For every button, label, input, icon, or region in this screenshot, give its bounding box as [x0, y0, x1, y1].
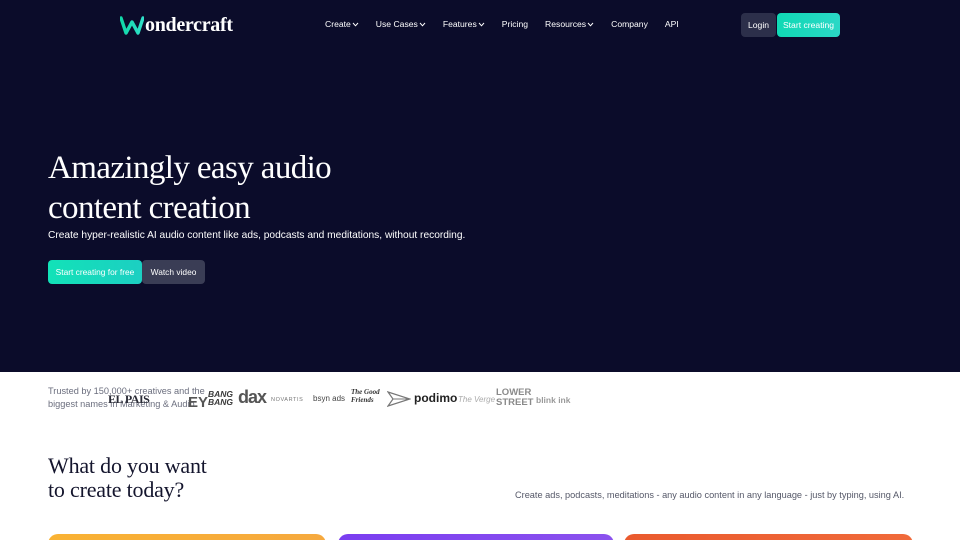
- wondercraft-logo[interactable]: ondercraft: [120, 12, 233, 38]
- hero-subtitle: Create hyper-realistic AI audio content …: [48, 230, 466, 241]
- logo-podimo: podimo: [414, 391, 458, 405]
- create-card-purple[interactable]: [338, 534, 614, 540]
- nav-item-create[interactable]: Create: [325, 19, 359, 29]
- logo-dax: dax: [238, 387, 267, 407]
- nav-item-company[interactable]: Company: [611, 19, 648, 29]
- logo-good-friends: The Good Friends: [351, 388, 380, 404]
- nav-item-features[interactable]: Features: [443, 19, 485, 29]
- nav-item-pricing[interactable]: Pricing: [502, 19, 528, 29]
- section-title-line-2: to create today?: [48, 477, 185, 502]
- create-card-red[interactable]: [624, 534, 913, 540]
- chevron-down-icon: [419, 22, 426, 27]
- create-card-orange[interactable]: [48, 534, 326, 540]
- nav-item-label: Create: [325, 19, 351, 29]
- logo-blink-ink: blink ink: [536, 395, 571, 405]
- nav-item-label: Features: [442, 19, 477, 29]
- main-nav: Create Use Cases Features Pricing Resour…: [325, 16, 679, 32]
- paper-plane-logo-icon: [387, 391, 411, 407]
- logo-ey: EY: [188, 394, 209, 411]
- nav-item-label: Use Cases: [375, 19, 418, 29]
- watch-video-button[interactable]: Watch video: [142, 260, 205, 284]
- chevron-down-icon: [352, 22, 359, 27]
- logo-el-pais: EL PAIS: [108, 392, 150, 406]
- start-creating-free-button[interactable]: Start creating for free: [48, 260, 142, 284]
- logo-the-verge: The Verge: [458, 395, 496, 404]
- nav-item-label: API: [664, 19, 679, 29]
- hero-title: Amazingly easy audio content creation: [48, 148, 468, 228]
- section-title: What do you want to create today?: [48, 454, 288, 502]
- hero-title-line-1: Amazingly easy audio: [48, 150, 332, 186]
- section-subtitle: Create ads, podcasts, meditations - any …: [515, 490, 905, 500]
- logo-lower-street: LOWER STREET: [496, 387, 534, 408]
- nav-item-label: Pricing: [501, 19, 529, 29]
- logo-novartis: NOVARTIS: [271, 397, 304, 403]
- wondercraft-w-icon: [120, 16, 144, 35]
- hero-title-line-2: content creation: [48, 190, 251, 226]
- nav-item-resources[interactable]: Resources: [545, 19, 594, 29]
- start-creating-button[interactable]: Start creating: [777, 13, 840, 37]
- hero-section: ondercraft Create Use Cases Features Pri…: [0, 0, 960, 372]
- nav-item-label: Company: [611, 19, 648, 29]
- chevron-down-icon: [587, 22, 594, 27]
- chevron-down-icon: [478, 22, 485, 27]
- logo-bsyn-ads: bsyn ads: [313, 394, 346, 403]
- nav-item-use-cases[interactable]: Use Cases: [376, 19, 426, 29]
- nav-item-label: Resources: [545, 19, 587, 29]
- login-button[interactable]: Login: [741, 13, 776, 37]
- logo-bang-bang: BANG BANG: [208, 389, 234, 407]
- section-title-line-1: What do you want: [48, 453, 207, 478]
- customer-logos: EL PAIS EY BANG BANG dax NOVARTIS bsyn a…: [108, 384, 588, 414]
- brand-name: ondercraft: [145, 14, 233, 36]
- nav-item-api[interactable]: API: [665, 19, 679, 29]
